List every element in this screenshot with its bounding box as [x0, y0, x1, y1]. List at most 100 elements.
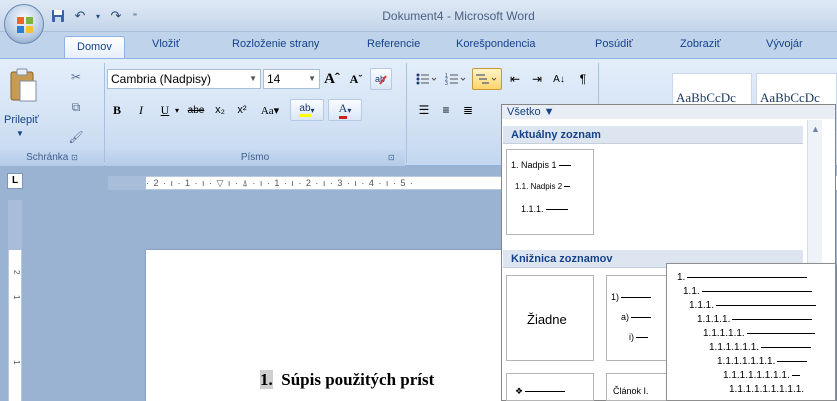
list-line: a) [621, 312, 652, 322]
list-line: 1) [611, 292, 652, 302]
underline-dropdown-icon[interactable]: ▾ [172, 100, 182, 120]
dialog-launcher-icon[interactable]: ⊡ [388, 153, 395, 162]
office-logo-icon [17, 17, 33, 33]
multilevel-list-icon [476, 74, 497, 84]
preview-line: 1.1.1.1.1. [703, 328, 815, 339]
preview-line: 1.1.1.1.1.1.1.1.1. [729, 384, 805, 395]
chevron-down-icon: ▼ [249, 74, 257, 83]
tab-posudit[interactable]: Posúdiť [595, 38, 633, 50]
font-size-field[interactable]: 14 ▼ [263, 69, 320, 89]
decrease-indent-button[interactable]: ⇤ [505, 69, 525, 89]
document-heading[interactable]: 1. Súpis použitých príst [260, 370, 434, 390]
tab-korespondencia[interactable]: Korešpondencia [456, 38, 536, 50]
clipboard-group-label: Schránka ⊡ [0, 150, 104, 166]
bullet-list-icon [416, 73, 437, 85]
chevron-down-icon: ▼ [308, 74, 316, 83]
highlight-button[interactable]: ab ▾ [290, 99, 324, 121]
copy-icon[interactable]: ⧉ [68, 99, 84, 115]
window-title: Dokument4 - Microsoft Word [382, 9, 535, 23]
numbered-list-icon: 123 [445, 73, 466, 86]
tab-vlozit[interactable]: Vložiť [152, 38, 180, 50]
group-separator [406, 63, 407, 163]
heading-text: Súpis použitých príst [281, 370, 435, 389]
paste-icon[interactable] [8, 67, 38, 103]
vruler-tick: 1 [12, 295, 21, 300]
list-filter-dropdown[interactable]: Všetko ▼ [502, 105, 835, 119]
office-button[interactable] [4, 4, 44, 44]
ribbon-tabs: Domov Vložiť Rozloženie strany Referenci… [0, 32, 837, 59]
align-center-button[interactable]: ≡ [436, 100, 456, 120]
svg-text:3: 3 [445, 81, 448, 86]
tab-referencie[interactable]: Referencie [367, 38, 420, 50]
sort-button[interactable]: A↓ [549, 69, 569, 89]
title-bar: ↶ ▾ ↷ ⁼ Dokument4 - Microsoft Word [0, 0, 837, 32]
current-list-header: Aktuálny zoznam [503, 126, 803, 144]
list-line: 1.1.1. [521, 204, 568, 214]
list-line: i) [629, 332, 648, 342]
list-paren-thumbnail[interactable]: 1) a) i) [606, 275, 674, 361]
font-name-field[interactable]: Cambria (Nadpisy) ▼ [107, 69, 261, 89]
increase-indent-button[interactable]: ⇥ [527, 69, 547, 89]
diamond-bullet-icon: ❖ [515, 386, 524, 396]
vertical-ruler[interactable]: 2 1 1 [8, 250, 22, 401]
vruler-tick: 1 [12, 360, 21, 365]
preview-line: 1.1.1.1.1.1.1.1. [723, 370, 800, 381]
cut-icon[interactable]: ✂ [68, 69, 84, 85]
tab-selector[interactable]: L [7, 173, 23, 189]
font-group-label: Písmo [105, 150, 405, 166]
bullets-button[interactable] [414, 69, 440, 89]
preview-line: 1.1.1. [689, 300, 817, 311]
tab-vyvojar[interactable]: Vývojár [766, 38, 803, 50]
grow-font-button[interactable]: Aˆ [322, 69, 342, 89]
list-article-thumbnail[interactable]: Článok I. [606, 373, 674, 401]
paste-button[interactable]: Prilepiť [4, 114, 39, 126]
paste-dropdown-icon[interactable]: ▼ [16, 129, 24, 138]
scroll-up-icon[interactable]: ▲ [811, 124, 820, 134]
change-case-button[interactable]: Aa▾ [256, 100, 284, 120]
ruler-margin-left [108, 176, 146, 190]
subscript-button[interactable]: x₂ [210, 100, 230, 120]
italic-button[interactable]: I [131, 100, 151, 120]
tab-rozlozenie-strany[interactable]: Rozloženie strany [232, 38, 319, 50]
show-formatting-marks-button[interactable]: ¶ [573, 69, 593, 89]
clear-formatting-button[interactable]: ab [370, 68, 392, 90]
dialog-launcher-icon[interactable]: ⊡ [71, 153, 78, 162]
horizontal-ruler[interactable]: · 2 · ı · 1 · ı · ▽ ı · ⍋ · ı · 1 · ı · … [146, 176, 506, 190]
chevron-down-icon: ▾ [310, 105, 315, 115]
list-line: 1.1. Nadpis 2 [515, 182, 571, 191]
ruler-ticks: · 2 · ı · 1 · ı · ▽ ı · ⍋ · ı · 1 · ı · … [146, 178, 414, 188]
font-color-icon: A [338, 101, 348, 119]
group-separator [104, 63, 105, 163]
ruler-margin-top [8, 200, 22, 250]
list-bullet-thumbnail[interactable]: ❖ [506, 373, 594, 401]
multilevel-list-button[interactable] [472, 68, 502, 90]
preview-line: 1.1.1.1.1.1.1. [717, 356, 808, 367]
list-line: 1. Nadpis 1 [511, 160, 571, 170]
list-none-thumbnail[interactable]: Žiadne [506, 275, 594, 361]
list-line: Článok I. [613, 386, 649, 396]
strikethrough-button[interactable]: abe [184, 100, 208, 120]
superscript-button[interactable]: x² [232, 100, 252, 120]
highlighter-icon: ab [299, 103, 311, 117]
preview-line: 1.1. [683, 286, 812, 297]
shrink-font-button[interactable]: Aˇ [346, 69, 366, 89]
current-list-thumbnail[interactable]: 1. Nadpis 1 1.1. Nadpis 2 1.1.1. [506, 149, 594, 235]
heading-number: 1. [260, 370, 273, 389]
bold-button[interactable]: B [107, 100, 127, 120]
preview-line: 1. [677, 272, 808, 283]
list-line: ❖ [515, 386, 566, 397]
preview-line: 1.1.1.1. [697, 314, 813, 325]
align-left-button[interactable]: ☰ [414, 100, 434, 120]
numbering-button[interactable]: 123 [443, 69, 469, 89]
none-label: Žiadne [527, 312, 567, 327]
vruler-tick: 2 [12, 270, 21, 275]
clear-formatting-icon: ab [375, 74, 387, 85]
format-painter-icon[interactable]: 🖌 [68, 129, 84, 145]
tab-zobrazit[interactable]: Zobraziť [680, 38, 721, 50]
tab-domov[interactable]: Domov [64, 36, 125, 59]
list-preview-tooltip: 1. 1.1. 1.1.1. 1.1.1.1. 1.1.1.1.1. 1.1.1… [666, 263, 836, 401]
align-right-button[interactable]: ≣ [458, 100, 478, 120]
font-color-button[interactable]: A ▾ [328, 99, 362, 121]
preview-line: 1.1.1.1.1.1. [709, 342, 812, 353]
chevron-down-icon: ▾ [347, 105, 352, 115]
